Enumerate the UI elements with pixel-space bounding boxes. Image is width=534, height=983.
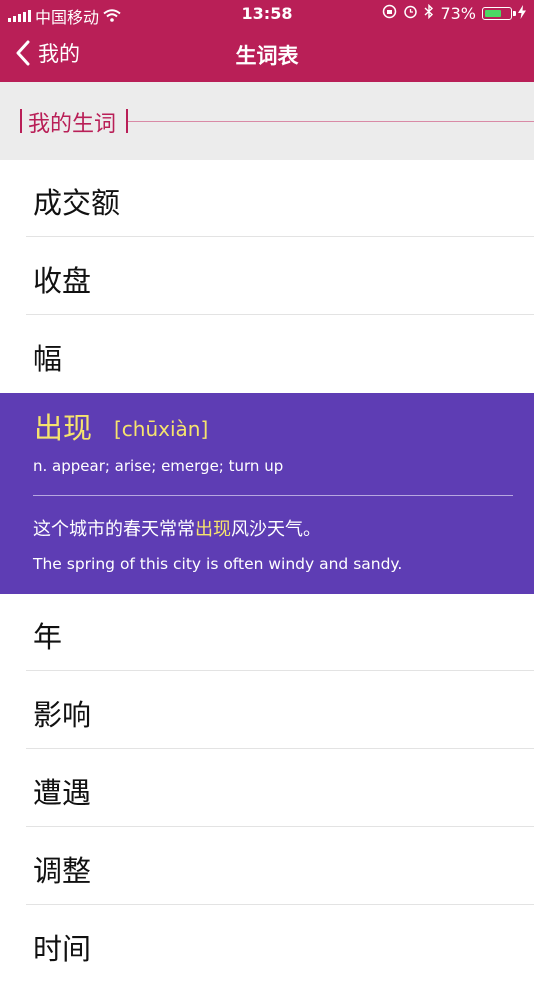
row-divider bbox=[26, 236, 534, 237]
word-text: 幅 bbox=[33, 342, 63, 376]
section-title: 我的生词 bbox=[28, 112, 117, 137]
word-text: 成交额 bbox=[33, 186, 121, 220]
selected-word: 出现 bbox=[34, 411, 93, 445]
word-text: 调整 bbox=[33, 854, 92, 888]
row-divider bbox=[26, 670, 534, 671]
row-divider bbox=[26, 314, 534, 315]
section-line bbox=[128, 121, 534, 122]
section-bar-left bbox=[20, 109, 22, 133]
word-row[interactable]: 时间 bbox=[0, 906, 534, 983]
word-row[interactable]: 遭遇 bbox=[0, 750, 534, 827]
word-row[interactable]: 调整 bbox=[0, 828, 534, 905]
word-text: 收盘 bbox=[33, 264, 92, 298]
page-title: 生词表 bbox=[235, 44, 299, 68]
alarm-icon bbox=[403, 4, 418, 23]
app-header: 中国移动 13:58 73% 我的 生词表 bbox=[0, 0, 534, 82]
row-divider bbox=[26, 904, 534, 905]
example-highlight: 出现 bbox=[195, 519, 231, 540]
word-row[interactable]: 影响 bbox=[0, 672, 534, 749]
rotation-lock-icon bbox=[382, 4, 397, 23]
row-divider bbox=[26, 748, 534, 749]
example-text-after: 风沙天气。 bbox=[231, 519, 321, 540]
example-text-before: 这个城市的春天常常 bbox=[33, 519, 195, 540]
section-header: 我的生词 bbox=[0, 82, 534, 161]
word-text: 时间 bbox=[33, 932, 92, 966]
selected-word-card[interactable]: 出现 [chūxiàn] n. appear; arise; emerge; t… bbox=[0, 393, 534, 594]
word-text: 影响 bbox=[33, 698, 92, 732]
word-row[interactable]: 成交额 bbox=[0, 160, 534, 237]
charging-icon bbox=[518, 4, 526, 23]
word-row[interactable]: 年 bbox=[0, 594, 534, 671]
word-row[interactable]: 幅 bbox=[0, 316, 534, 393]
bluetooth-icon bbox=[424, 3, 434, 23]
card-divider bbox=[33, 495, 513, 496]
example-sentence: 这个城市的春天常常出现风沙天气。 bbox=[33, 515, 321, 541]
example-translation: The spring of this city is often windy a… bbox=[33, 555, 403, 573]
nav-bar: 我的 生词表 bbox=[0, 28, 534, 82]
word-row[interactable]: 收盘 bbox=[0, 238, 534, 315]
battery-percent: 73% bbox=[440, 4, 476, 23]
status-bar: 中国移动 13:58 73% bbox=[0, 0, 534, 28]
selected-definition: n. appear; arise; emerge; turn up bbox=[33, 457, 284, 475]
word-text: 遭遇 bbox=[33, 776, 92, 810]
row-divider bbox=[26, 826, 534, 827]
selected-pinyin: [chūxiàn] bbox=[114, 417, 209, 441]
battery-icon bbox=[482, 7, 516, 20]
word-text: 年 bbox=[33, 620, 63, 654]
